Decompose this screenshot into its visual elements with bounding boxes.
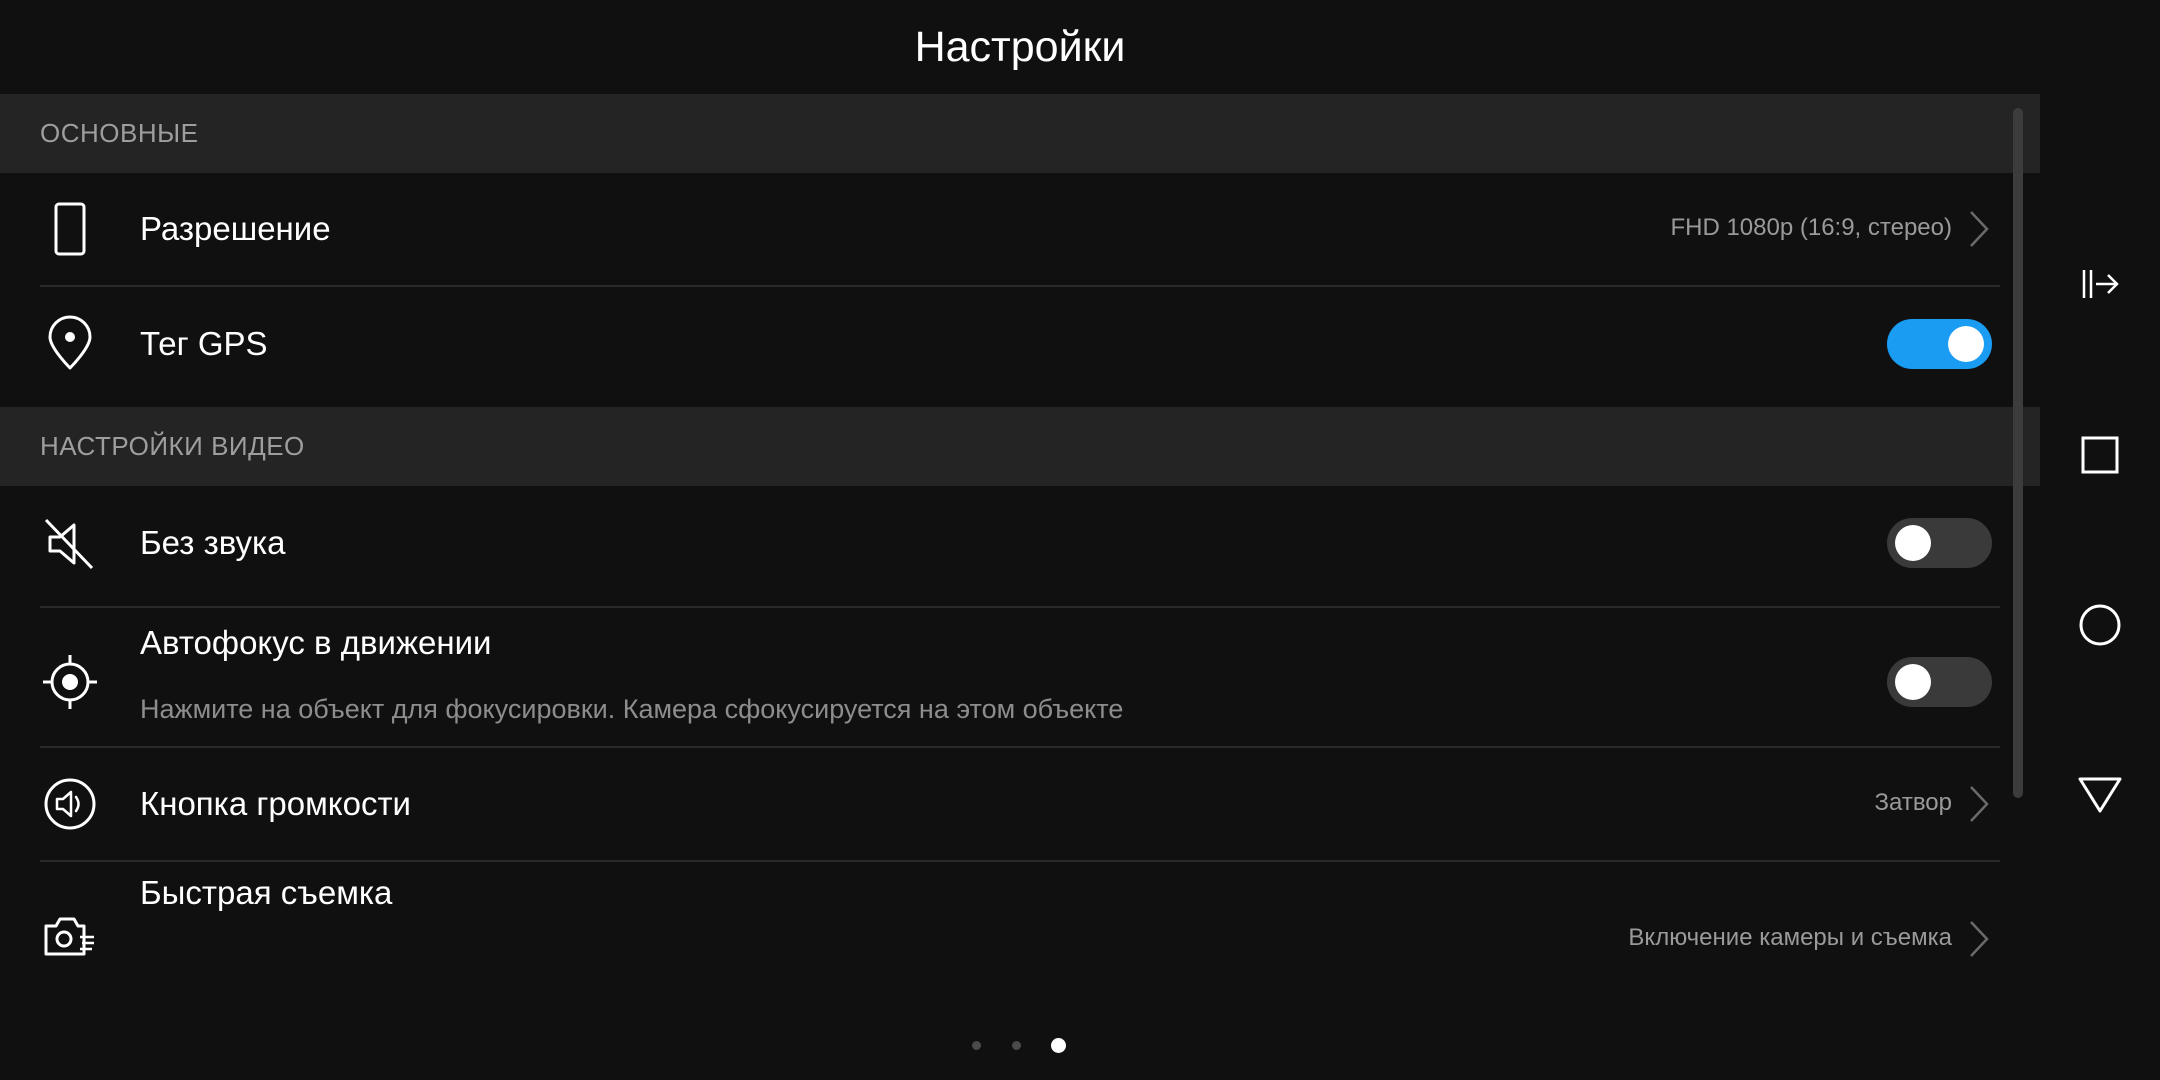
mute-speaker-icon — [40, 514, 100, 574]
gps-tag-row[interactable]: Тег GPS — [0, 287, 2040, 401]
system-navigation-bar — [2040, 0, 2160, 1080]
focus-target-icon — [40, 652, 100, 712]
home-circle-icon[interactable] — [2070, 595, 2130, 655]
toggle-knob — [1895, 525, 1931, 561]
settings-screen: Настройки ОСНОВНЫЕ Разрешение FHD 1080p … — [0, 0, 2040, 1080]
scrollbar[interactable] — [2013, 108, 2023, 798]
chevron-right-icon — [1968, 209, 1990, 249]
gps-tag-label: Тег GPS — [140, 325, 268, 362]
page-title: Настройки — [914, 22, 1126, 71]
quick-shot-row[interactable]: Быстрая съемка Включение камеры и съемка — [0, 862, 2040, 984]
volume-icon — [40, 774, 100, 834]
mute-label: Без звука — [140, 524, 286, 561]
gps-tag-toggle[interactable] — [1887, 319, 1992, 369]
sidebar-toggle-icon[interactable] — [2070, 254, 2130, 314]
toggle-knob — [1948, 326, 1984, 362]
autofocus-label: Автофокус в движении — [140, 624, 492, 661]
quick-shot-label: Быстрая съемка — [140, 874, 393, 911]
autofocus-row[interactable]: Автофокус в движении Нажмите на объект д… — [0, 608, 2040, 748]
page-dot-active[interactable] — [1051, 1038, 1066, 1053]
mute-toggle[interactable] — [1887, 518, 1992, 568]
chevron-right-icon — [1968, 919, 1990, 959]
section-header-video: НАСТРОЙКИ ВИДЕО — [0, 407, 2040, 486]
phone-icon — [40, 199, 100, 259]
settings-list[interactable]: ОСНОВНЫЕ Разрешение FHD 1080p (16:9, сте… — [0, 94, 2040, 984]
section-header-basic: ОСНОВНЫЕ — [0, 94, 2040, 173]
page-dot[interactable] — [972, 1041, 981, 1050]
volume-button-label: Кнопка громкости — [140, 785, 411, 822]
page-indicator — [0, 1030, 2040, 1060]
resolution-row[interactable]: Разрешение FHD 1080p (16:9, стерео) — [0, 173, 2040, 285]
volume-button-value: Затвор — [1874, 789, 1952, 816]
resolution-value: FHD 1080p (16:9, стерео) — [1670, 214, 1952, 241]
back-triangle-icon[interactable] — [2070, 764, 2130, 824]
resolution-label: Разрешение — [140, 210, 331, 247]
autofocus-toggle[interactable] — [1887, 657, 1992, 707]
quick-camera-icon — [40, 906, 100, 966]
location-pin-icon — [40, 314, 100, 374]
recents-square-icon[interactable] — [2070, 425, 2130, 485]
volume-button-row[interactable]: Кнопка громкости Затвор — [0, 748, 2040, 860]
quick-shot-value: Включение камеры и съемка — [1628, 924, 1952, 951]
chevron-right-icon — [1968, 784, 1990, 824]
page-dot[interactable] — [1012, 1041, 1021, 1050]
autofocus-description: Нажмите на объект для фокусировки. Камер… — [140, 694, 1124, 724]
toggle-knob — [1895, 664, 1931, 700]
mute-row[interactable]: Без звука — [0, 486, 2040, 600]
